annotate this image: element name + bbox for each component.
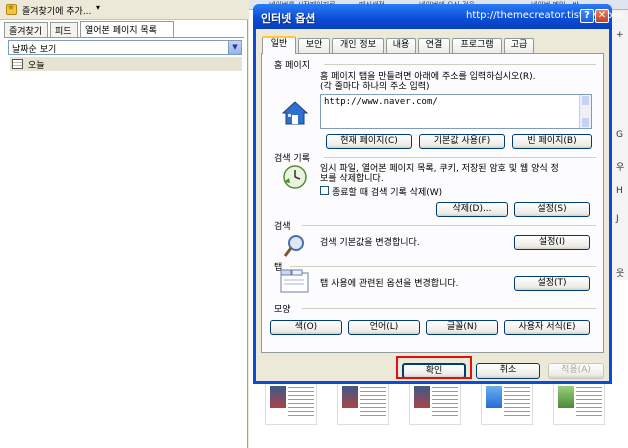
- favorites-panel: 즐겨찾기에 추가... ▾ 즐겨찾기 피드 열어본 페이지 목록 날짜순 보기 …: [0, 0, 248, 448]
- section-divider: [324, 157, 596, 158]
- magnifier-icon: [284, 235, 304, 257]
- history-view-value: 날짜순 보기: [12, 45, 57, 55]
- help-button[interactable]: ?: [580, 9, 594, 23]
- apply-button[interactable]: 적용(A): [548, 363, 604, 379]
- section-divider: [290, 266, 596, 267]
- languages-button[interactable]: 언어(L): [348, 320, 420, 335]
- tab-privacy[interactable]: 개인 정보: [332, 38, 384, 53]
- history-settings-button[interactable]: 설정(S): [514, 202, 590, 217]
- history-view-select[interactable]: 날짜순 보기 ▼: [8, 40, 242, 55]
- edge-text: H: [616, 186, 623, 196]
- add-to-favorites-button[interactable]: 즐겨찾기에 추가...: [22, 4, 91, 17]
- calendar-icon: [12, 59, 23, 69]
- browsing-history-label: 검색 기록: [274, 154, 310, 164]
- history-description: 임시 파일, 열어본 페이지 목록, 쿠키, 저장된 암호 및 웹 양식 정: [320, 164, 559, 174]
- favorites-titlebar: 즐겨찾기에 추가... ▾: [0, 0, 248, 20]
- close-button[interactable]: ✕: [595, 9, 609, 23]
- home-page-instructions-2: (각 줄마다 하나의 주소 입력): [320, 82, 430, 92]
- tab-security[interactable]: 보안: [298, 38, 330, 53]
- tab-favorites[interactable]: 즐겨찾기: [4, 22, 48, 37]
- scrollbar[interactable]: [579, 95, 591, 128]
- house-icon: [282, 101, 308, 125]
- history-item-today[interactable]: 오늘: [10, 57, 242, 71]
- appearance-label: 모양: [274, 305, 291, 315]
- favorites-star-icon: [6, 3, 17, 15]
- use-blank-button[interactable]: 빈 페이지(B): [512, 134, 592, 149]
- edge-text: 웃: [616, 269, 625, 279]
- edge-text: J: [616, 214, 619, 224]
- ok-button-highlight: [396, 356, 472, 379]
- delete-on-exit-label: 종료할 때 검색 기록 삭제(W): [332, 188, 443, 198]
- delete-on-exit-checkbox[interactable]: [320, 186, 329, 195]
- tab-divider: [4, 37, 244, 38]
- section-divider: [302, 308, 596, 309]
- tab-programs[interactable]: 프로그램: [452, 38, 502, 53]
- search-label: 검색: [274, 222, 291, 232]
- history-description-2: 보를 삭제합니다.: [320, 174, 384, 184]
- tab-connections[interactable]: 연결: [418, 38, 450, 53]
- delete-history-button[interactable]: 삭제(D)...: [436, 202, 508, 217]
- tab-content[interactable]: 내용: [386, 38, 416, 53]
- page-thumbnail[interactable]: [553, 381, 605, 425]
- accessibility-button[interactable]: 사용자 서식(E): [504, 320, 590, 335]
- dialog-tab-strip: 일반 보안 개인 정보 내용 연결 프로그램 고급: [262, 36, 602, 54]
- edge-text: G: [616, 130, 623, 140]
- search-settings-button[interactable]: 설정(I): [514, 235, 590, 250]
- search-description: 검색 기본값을 변경합니다.: [320, 238, 420, 248]
- tab-feeds[interactable]: 피드: [50, 22, 78, 37]
- home-page-instructions: 홈 페이지 탭을 만들려면 아래에 주소를 입력하십시오(R).: [320, 72, 536, 82]
- tabs-settings-button[interactable]: 설정(T): [514, 276, 590, 291]
- home-page-label: 홈 페이지: [274, 61, 310, 71]
- section-divider: [302, 225, 596, 226]
- page-right-edge: + G 우 H J 웃: [611, 10, 628, 280]
- use-default-button[interactable]: 기본값 사용(F): [419, 134, 505, 149]
- thumbnail-row: [265, 381, 610, 431]
- use-current-button[interactable]: 현재 페이지(C): [326, 134, 412, 149]
- dialog-body: 일반 보안 개인 정보 내용 연결 프로그램 고급 홈 페이지 홈 페이지 탭을…: [256, 29, 609, 381]
- dialog-title: 인터넷 옵션: [261, 12, 316, 25]
- page-thumbnail[interactable]: [265, 381, 317, 425]
- chevron-down-icon[interactable]: ▾: [96, 3, 100, 12]
- home-page-url-value: http://www.naver.com/: [324, 97, 438, 107]
- home-page-url-input[interactable]: http://www.naver.com/: [320, 94, 592, 129]
- fonts-button[interactable]: 글꼴(N): [426, 320, 498, 335]
- chevron-down-icon[interactable]: ▼: [228, 41, 241, 54]
- page-thumbnail[interactable]: [481, 381, 533, 425]
- edge-text: +: [616, 30, 624, 40]
- edge-text: 우: [616, 163, 625, 173]
- tabs-icon: [280, 269, 309, 293]
- history-clock-icon: [283, 165, 307, 189]
- section-divider: [324, 64, 596, 65]
- general-tab-panel: 홈 페이지 홈 페이지 탭을 만들려면 아래에 주소를 입력하십시오(R). (…: [261, 53, 604, 353]
- tabs-description: 탭 사용에 관련된 옵션을 변경합니다.: [320, 279, 459, 289]
- cancel-button[interactable]: 취소: [476, 363, 540, 379]
- tab-advanced[interactable]: 고급: [504, 38, 534, 53]
- internet-options-dialog: 인터넷 옵션 http://themecreator.tistory.com ?…: [253, 4, 622, 384]
- tab-history[interactable]: 열어본 페이지 목록: [80, 21, 174, 37]
- tab-general[interactable]: 일반: [262, 36, 296, 54]
- dialog-titlebar[interactable]: 인터넷 옵션 http://themecreator.tistory.com ?…: [253, 4, 622, 29]
- colors-button[interactable]: 색(O): [270, 320, 342, 335]
- page-thumbnail[interactable]: [409, 381, 461, 425]
- history-item-label: 오늘: [28, 61, 45, 71]
- page-thumbnail[interactable]: [337, 381, 389, 425]
